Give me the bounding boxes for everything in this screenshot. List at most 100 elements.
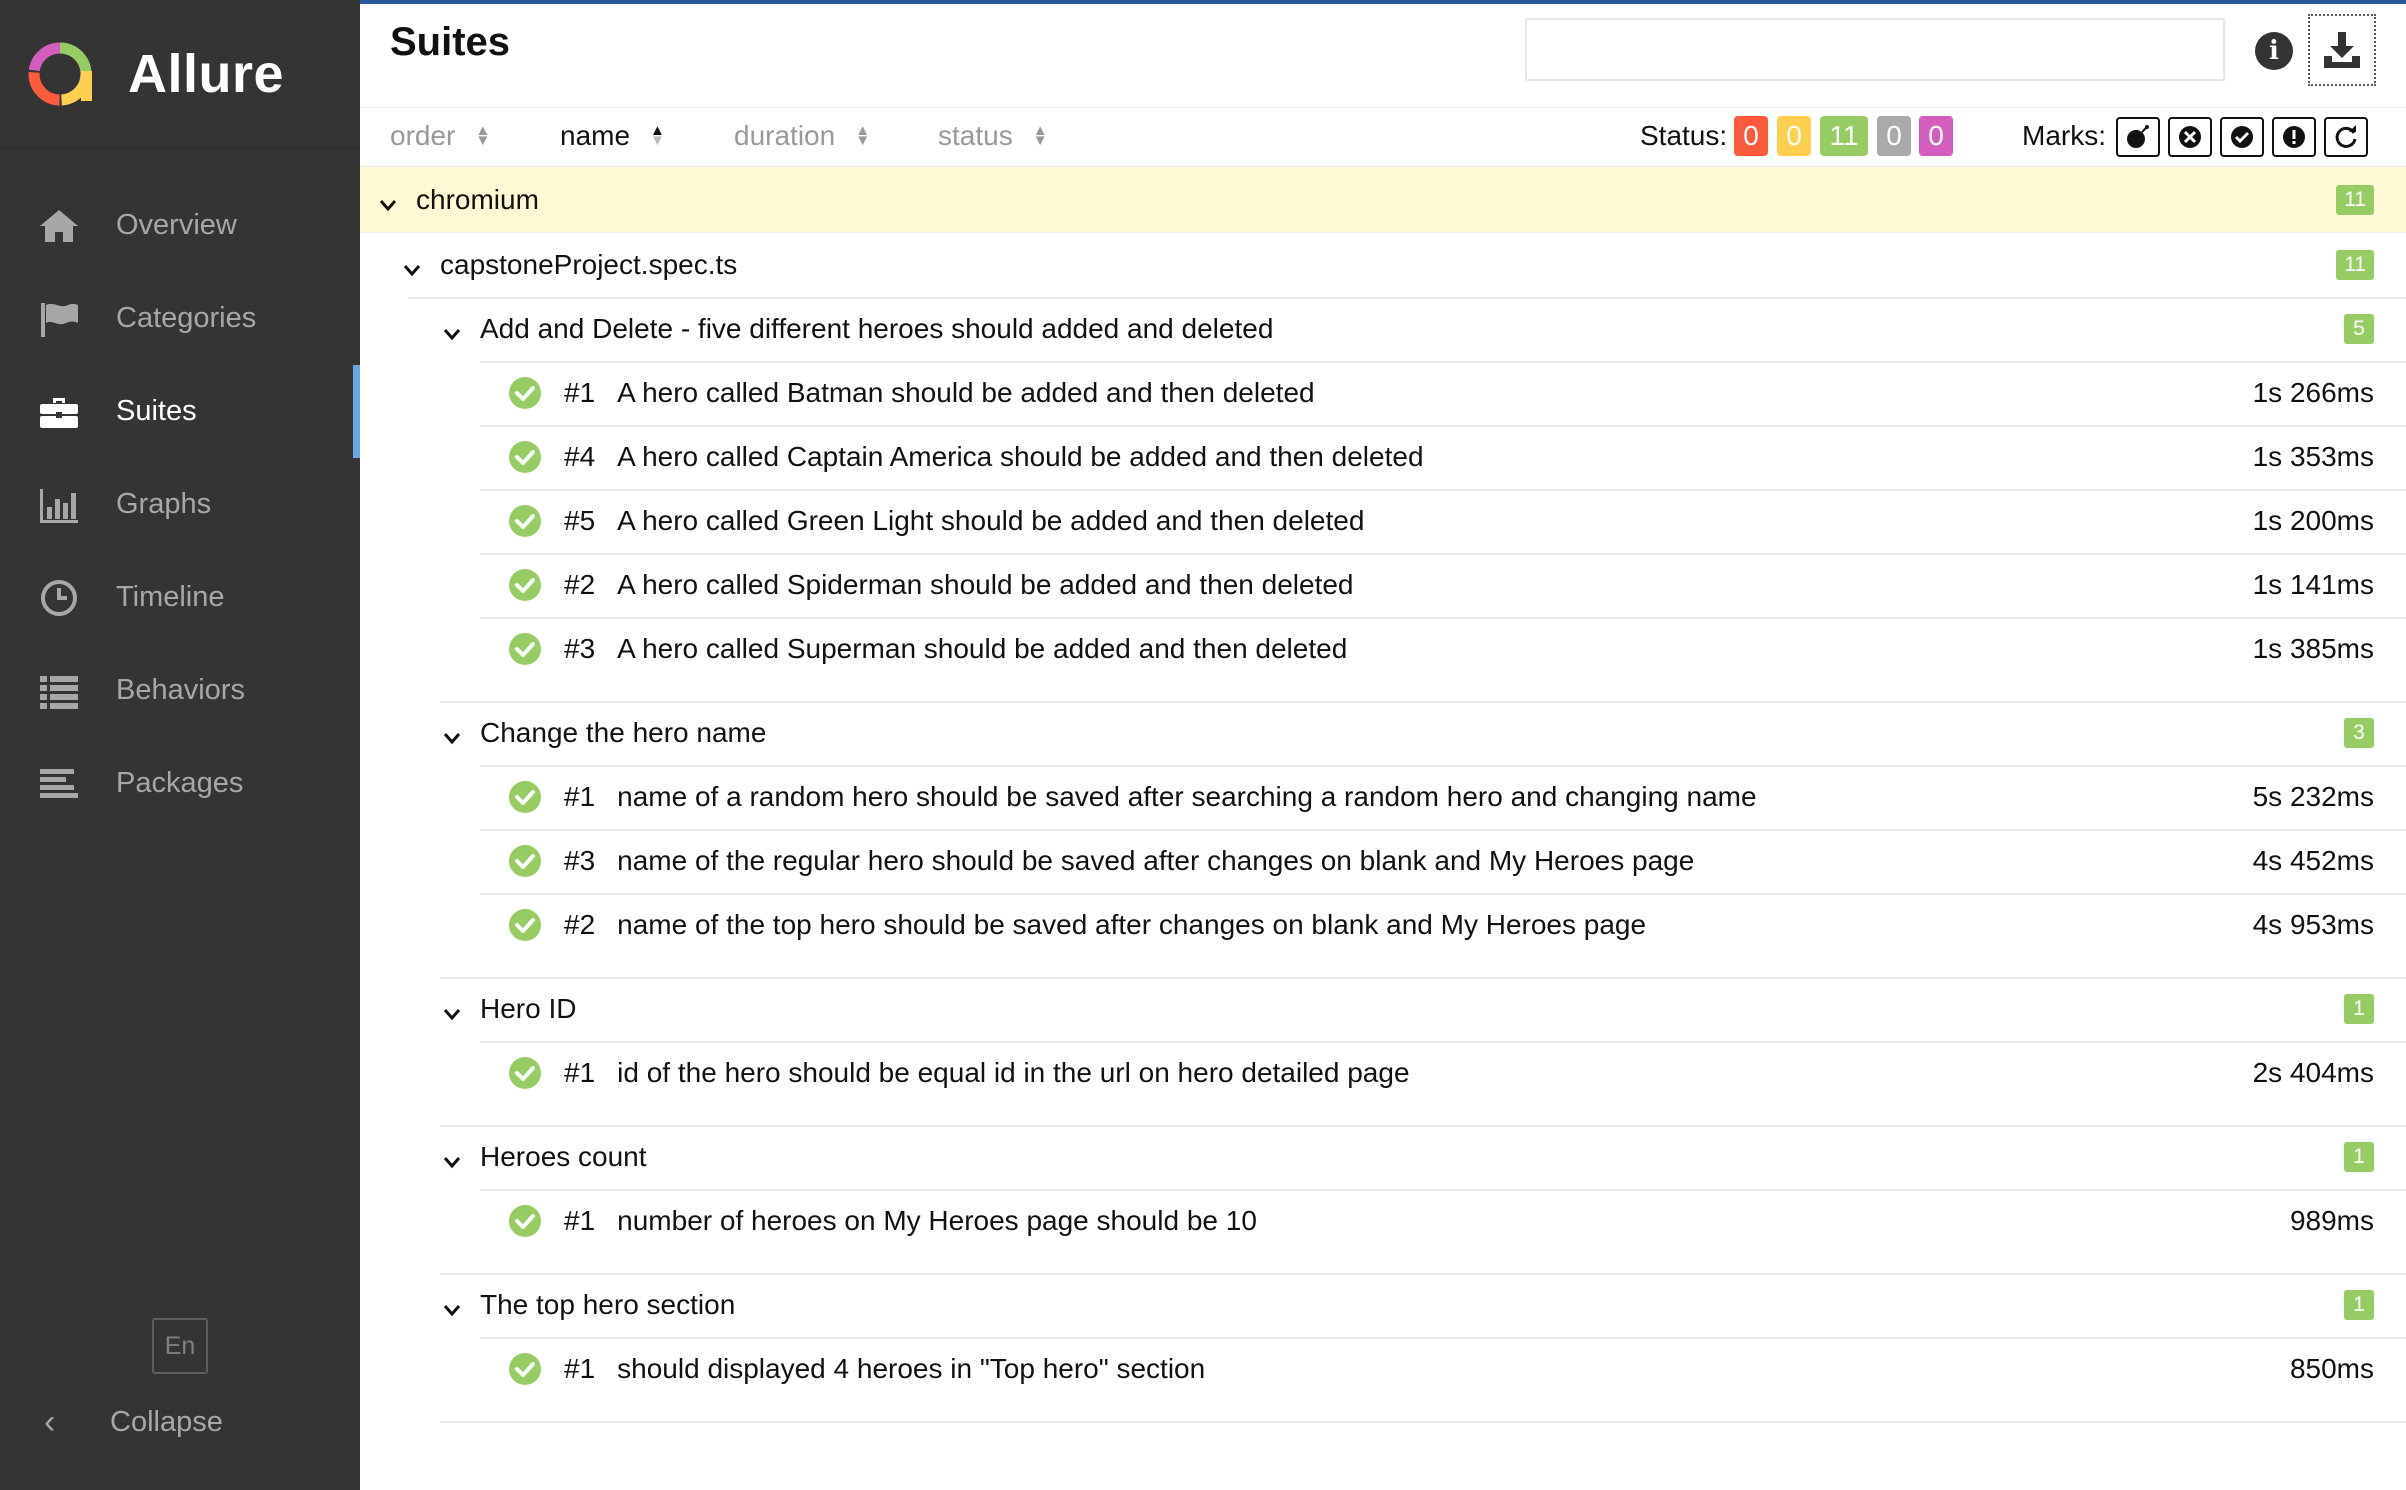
sidebar-item-categories[interactable]: Categories (0, 272, 360, 365)
suite-name: capstoneProject.spec.ts (440, 249, 738, 280)
search-input[interactable] (1525, 18, 2225, 81)
test-count-badge: 11 (2336, 184, 2374, 215)
passed-check-icon (508, 780, 542, 814)
test-name: A hero called Captain America should be … (617, 441, 1424, 472)
test-number: #4 (564, 441, 596, 472)
suite-row[interactable]: The top hero section 1 (360, 1273, 2406, 1337)
test-duration: 1s 385ms (2252, 633, 2374, 664)
suite-row[interactable]: Heroes count 1 (360, 1125, 2406, 1189)
test-row[interactable]: #3 A hero called Superman should be added… (360, 617, 2406, 681)
status-unknown-toggle[interactable]: 0 (1919, 116, 1953, 156)
sidebar-item-label: Suites (116, 395, 197, 427)
suite-row[interactable]: Change the hero name 3 (360, 701, 2406, 765)
suite-name: Hero ID (480, 993, 577, 1024)
test-row[interactable]: #2 name of the top hero should be saved a… (360, 893, 2406, 957)
sidebar-item-behaviors[interactable]: Behaviors (0, 644, 360, 737)
test-name: should displayed 4 heroes in "Top hero" … (617, 1353, 1206, 1384)
suite-row-file[interactable]: capstoneProject.spec.ts 11 (360, 233, 2406, 297)
retries-icon[interactable] (2324, 117, 2368, 157)
brand-name: Allure (128, 43, 285, 104)
list-icon (36, 671, 82, 711)
test-count-badge: 1 (2344, 994, 2374, 1024)
test-row[interactable]: #1 should displayed 4 heroes in "Top hero… (360, 1337, 2406, 1401)
test-number: #1 (564, 1205, 596, 1236)
sidebar-item-graphs[interactable]: Graphs (0, 458, 360, 551)
align-left-icon (36, 764, 82, 804)
brand[interactable]: Allure (0, 0, 360, 148)
chevron-down-icon (402, 255, 422, 277)
passed-check-icon (508, 1204, 542, 1238)
sidebar-item-label: Packages (116, 767, 244, 799)
test-duration: 850ms (2289, 1353, 2374, 1384)
sidebar-item-suites[interactable]: Suites (0, 365, 360, 458)
test-number: #1 (564, 1353, 596, 1384)
test-duration: 2s 404ms (2252, 1057, 2374, 1088)
new-failed-icon[interactable] (2168, 117, 2212, 157)
chevron-down-icon (442, 319, 462, 341)
sort-order[interactable]: order ▲ ▼ (390, 120, 490, 152)
sort-label: duration (734, 120, 836, 151)
test-row[interactable]: #1 A hero called Batman should be added a… (360, 361, 2406, 425)
test-name: A hero called Spiderman should be added … (617, 569, 1354, 600)
new-broken-icon[interactable] (2272, 117, 2316, 157)
passed-check-icon (508, 440, 542, 474)
suite-name: Change the hero name (480, 717, 767, 748)
flaky-bomb-icon[interactable] (2116, 117, 2160, 157)
suite-row[interactable]: Hero ID 1 (360, 977, 2406, 1041)
test-row[interactable]: #2 A hero called Spiderman should be adde… (360, 553, 2406, 617)
sort-label: name (560, 120, 631, 151)
test-row[interactable]: #1 number of heroes on My Heroes page sho… (360, 1189, 2406, 1253)
test-row[interactable]: #1 id of the hero should be equal id in t… (360, 1041, 2406, 1105)
new-passed-icon[interactable] (2220, 117, 2264, 157)
test-duration: 1s 353ms (2252, 441, 2374, 472)
home-icon (36, 206, 82, 246)
sidebar-item-timeline[interactable]: Timeline (0, 551, 360, 644)
sort-icon: ▲ ▼ (1032, 122, 1048, 149)
passed-check-icon (508, 568, 542, 602)
test-count-badge: 5 (2344, 314, 2374, 344)
allure-logo-icon (28, 42, 92, 105)
test-name: A hero called Batman should be added and… (617, 377, 1315, 408)
clock-icon (36, 578, 82, 618)
test-name: A hero called Green Light should be adde… (617, 505, 1365, 536)
sort-icon: ▲ ▼ (475, 122, 491, 149)
chevron-down-icon (442, 1295, 462, 1317)
collapse-button[interactable]: ‹ Collapse (0, 1394, 223, 1450)
test-number: #1 (564, 1057, 596, 1088)
test-row[interactable]: #4 A hero called Captain America should b… (360, 425, 2406, 489)
sidebar-item-packages[interactable]: Packages (0, 737, 360, 830)
sort-icon: ▲ ▼ (650, 122, 665, 149)
status-broken-toggle[interactable]: 0 (1777, 116, 1811, 156)
test-row[interactable]: #3 name of the regular hero should be sav… (360, 829, 2406, 893)
suite-name: Heroes count (480, 1141, 647, 1172)
info-icon[interactable]: i (2255, 32, 2293, 70)
status-passed-toggle[interactable]: 11 (1820, 116, 1868, 156)
test-name: number of heroes on My Heroes page shoul… (617, 1205, 1257, 1236)
suite-row-root[interactable]: chromium 11 (360, 167, 2406, 233)
test-count-badge: 1 (2344, 1142, 2374, 1172)
download-icon (2324, 32, 2360, 68)
passed-check-icon (508, 504, 542, 538)
sort-name[interactable]: name ▲ ▼ (560, 120, 665, 152)
sidebar-item-label: Overview (116, 209, 237, 241)
chevron-down-icon (442, 999, 462, 1021)
test-row[interactable]: #1 name of a random hero should be saved … (360, 765, 2406, 829)
test-duration: 1s 141ms (2252, 569, 2374, 600)
sidebar-item-overview[interactable]: Overview (0, 179, 360, 272)
test-name: id of the hero should be equal id in the… (617, 1057, 1410, 1088)
sidebar-item-label: Behaviors (116, 674, 245, 706)
suite-name: chromium (416, 183, 539, 215)
language-button[interactable]: En (152, 1318, 208, 1374)
chevron-down-icon (442, 723, 462, 745)
suite-row[interactable]: Add and Delete - five different heroes s… (360, 297, 2406, 361)
test-name: name of the top hero should be saved aft… (617, 909, 1647, 940)
status-failed-toggle[interactable]: 0 (1734, 116, 1768, 156)
status-skipped-toggle[interactable]: 0 (1877, 116, 1911, 156)
test-row[interactable]: #5 A hero called Green Light should be ad… (360, 489, 2406, 553)
sort-duration[interactable]: duration ▲ ▼ (734, 120, 870, 152)
passed-check-icon (508, 844, 542, 878)
download-button[interactable] (2308, 14, 2376, 86)
toolbar: order ▲ ▼ name ▲ ▼ duration ▲ ▼ status ▲ ▼ S… (360, 107, 2406, 167)
sort-status[interactable]: status ▲ ▼ (938, 120, 1048, 152)
chevron-down-icon (442, 1147, 462, 1169)
